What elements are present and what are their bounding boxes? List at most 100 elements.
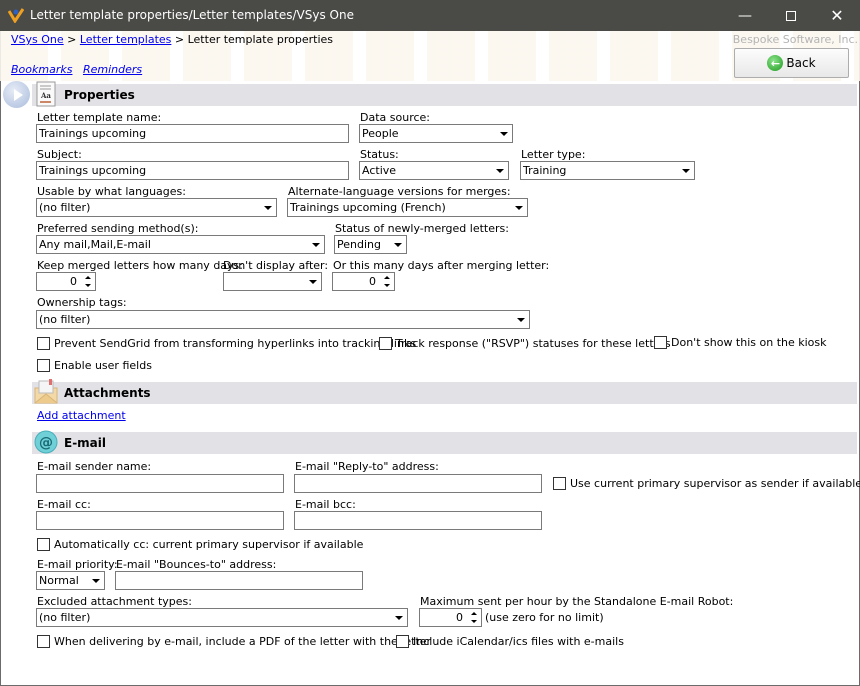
at-sign-icon: @: [34, 430, 58, 454]
rsvp-checkbox-label: Track response ("RSVP") statuses for the…: [396, 337, 671, 350]
letter-type-value: Training: [523, 164, 567, 177]
max-sent-label: Maximum sent per hour by the Standalone …: [420, 595, 734, 608]
back-arrow-icon: ←: [767, 55, 784, 71]
bookmarks-link[interactable]: Bookmarks: [11, 63, 72, 76]
letter-type-label: Letter type:: [521, 148, 586, 161]
languages-value: (no filter): [39, 201, 91, 214]
bounces-label: E-mail "Bounces-to" address:: [116, 558, 277, 571]
checkbox-box[interactable]: [37, 635, 50, 648]
sender-name-input[interactable]: [36, 474, 284, 493]
kiosk-checkbox-label: Don't show this on the kiosk: [671, 336, 827, 349]
play-button[interactable]: [3, 81, 30, 108]
kiosk-checkbox[interactable]: Don't show this on the kiosk: [654, 336, 827, 349]
languages-select[interactable]: (no filter): [36, 198, 277, 217]
spin-up-icon[interactable]: [84, 276, 91, 280]
maximize-button[interactable]: [768, 0, 814, 31]
user-fields-checkbox[interactable]: Enable user fields: [37, 359, 152, 372]
section-title: E-mail: [64, 436, 107, 450]
back-button[interactable]: ← Back: [734, 48, 849, 78]
keep-days-stepper[interactable]: 0: [36, 272, 96, 291]
reply-to-input[interactable]: [294, 474, 542, 493]
chevron-down-icon: [491, 162, 508, 179]
minimize-button[interactable]: —: [722, 0, 768, 31]
pdf-checkbox[interactable]: When delivering by e-mail, include a PDF…: [37, 635, 431, 648]
chevron-down-icon: [87, 572, 104, 589]
section-email: @ E-mail: [32, 430, 857, 454]
breadcrumb-current: Letter template properties: [187, 33, 334, 46]
user-fields-checkbox-label: Enable user fields: [54, 359, 152, 372]
new-status-label: Status of newly-merged letters:: [335, 222, 509, 235]
alt-lang-select[interactable]: Trainings upcoming (French): [287, 198, 528, 217]
auto-cc-checkbox[interactable]: Automatically cc: current primary superv…: [37, 538, 363, 551]
vendor-label: Bespoke Software, Inc.: [732, 33, 858, 46]
days-after-label: Or this many days after merging letter:: [333, 259, 550, 272]
excluded-label: Excluded attachment types:: [37, 595, 192, 608]
days-after-stepper[interactable]: 0: [332, 272, 395, 291]
spin-down-icon[interactable]: [470, 619, 477, 623]
sendgrid-checkbox-label: Prevent SendGrid from transforming hyper…: [54, 337, 417, 350]
bcc-input[interactable]: [294, 511, 542, 530]
checkbox-box[interactable]: [654, 336, 667, 349]
dont-display-label: Don't display after:: [223, 259, 329, 272]
status-value: Active: [362, 164, 397, 177]
checkbox-box[interactable]: [37, 337, 50, 350]
template-name-input[interactable]: Trainings upcoming: [36, 124, 349, 143]
dont-display-select[interactable]: [223, 272, 322, 291]
new-status-select[interactable]: Pending: [334, 235, 407, 254]
svg-text:Aa: Aa: [40, 91, 51, 100]
maximize-icon: [786, 10, 796, 21]
add-attachment-link[interactable]: Add attachment: [37, 409, 126, 422]
bcc-label: E-mail bcc:: [295, 498, 356, 511]
sendgrid-checkbox[interactable]: Prevent SendGrid from transforming hyper…: [37, 337, 416, 350]
breadcrumb: VSys One > Letter templates > Letter tem…: [11, 33, 333, 46]
spin-up-icon[interactable]: [383, 276, 390, 280]
chevron-down-icon: [677, 162, 694, 179]
checkbox-box[interactable]: [553, 477, 566, 490]
breadcrumb-vsys-one[interactable]: VSys One: [11, 33, 64, 46]
pdf-checkbox-label: When delivering by e-mail, include a PDF…: [54, 635, 432, 648]
alt-lang-label: Alternate-language versions for merges:: [288, 185, 511, 198]
reminders-link[interactable]: Reminders: [83, 63, 142, 76]
checkbox-box[interactable]: [379, 337, 392, 350]
status-label: Status:: [360, 148, 399, 161]
subject-input[interactable]: Trainings upcoming: [36, 161, 349, 180]
spin-down-icon[interactable]: [383, 283, 390, 287]
reply-to-label: E-mail "Reply-to" address:: [295, 460, 439, 473]
data-source-select[interactable]: People: [359, 124, 513, 143]
chevron-down-icon: [389, 236, 406, 253]
breadcrumb-separator: >: [67, 33, 77, 46]
ical-checkbox[interactable]: Include iCalendar/ics files with e-mails: [396, 635, 624, 648]
letter-type-select[interactable]: Training: [520, 161, 695, 180]
cc-input[interactable]: [36, 511, 284, 530]
chevron-down-icon: [512, 311, 529, 328]
priority-value: Normal: [39, 574, 79, 587]
max-sent-stepper[interactable]: 0: [419, 608, 482, 627]
excluded-select[interactable]: (no filter): [36, 608, 408, 627]
checkbox-box[interactable]: [396, 635, 409, 648]
sending-method-select[interactable]: Any mail,Mail,E-mail: [36, 235, 325, 254]
top-links: Bookmarks Reminders: [11, 63, 149, 76]
rsvp-checkbox[interactable]: Track response ("RSVP") statuses for the…: [379, 337, 671, 350]
close-button[interactable]: ✕: [814, 0, 860, 31]
spin-down-icon[interactable]: [84, 283, 91, 287]
alt-lang-value: Trainings upcoming (French): [290, 201, 446, 214]
supervisor-sender-checkbox-label: Use current primary supervisor as sender…: [570, 477, 860, 490]
priority-label: E-mail priority:: [37, 558, 118, 571]
breadcrumb-letter-templates[interactable]: Letter templates: [80, 33, 172, 46]
checkbox-box[interactable]: [37, 538, 50, 551]
section-title: Properties: [64, 88, 135, 102]
data-source-value: People: [362, 127, 399, 140]
ownership-select[interactable]: (no filter): [36, 310, 530, 329]
section-attachments: Attachments: [32, 379, 857, 404]
minimize-icon: —: [738, 7, 752, 24]
section-title: Attachments: [64, 386, 151, 400]
spin-up-icon[interactable]: [470, 612, 477, 616]
status-select[interactable]: Active: [359, 161, 509, 180]
bounces-input[interactable]: [115, 571, 363, 590]
priority-select[interactable]: Normal: [36, 571, 105, 590]
checkbox-box[interactable]: [37, 359, 50, 372]
subject-label: Subject:: [37, 148, 82, 161]
supervisor-sender-checkbox[interactable]: Use current primary supervisor as sender…: [553, 477, 860, 490]
sending-method-value: Any mail,Mail,E-mail: [39, 238, 151, 251]
document-icon: Aa: [36, 81, 56, 107]
